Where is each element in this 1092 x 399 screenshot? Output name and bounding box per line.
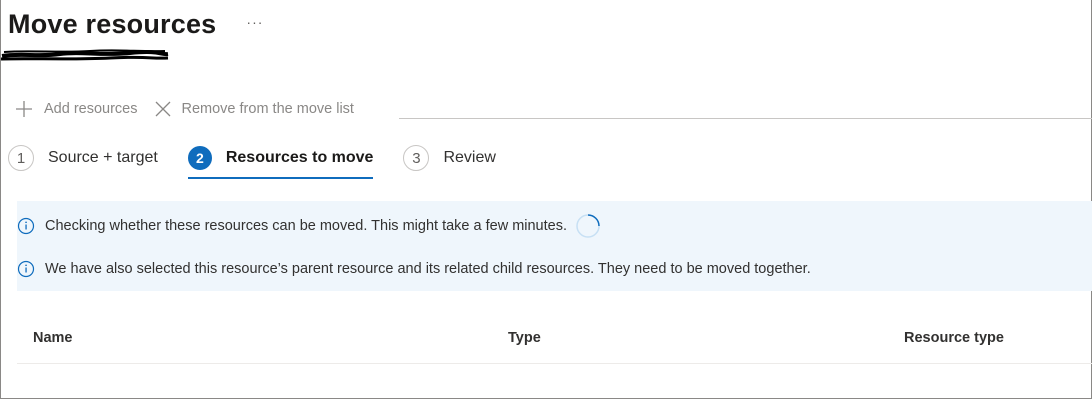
plus-icon <box>14 99 34 119</box>
toolbar-divider <box>399 118 1092 119</box>
add-resources-label: Add resources <box>44 101 138 117</box>
parent-resource-message: We have also selected this resource’s pa… <box>17 260 811 278</box>
title-row: Move resources ··· <box>8 4 263 44</box>
step-review[interactable]: 3 Review <box>403 143 496 173</box>
checking-message: Checking whether these resources can be … <box>17 213 601 239</box>
step-source-target[interactable]: 1 Source + target <box>8 143 158 173</box>
remove-from-move-list-label: Remove from the move list <box>181 101 354 117</box>
checking-text: Checking whether these resources can be … <box>45 218 567 234</box>
wizard-steps: 1 Source + target 2 Resources to move 3 … <box>8 143 526 179</box>
loading-spinner-icon <box>575 213 601 239</box>
redacted-subtitle <box>0 49 169 61</box>
remove-from-move-list-button[interactable]: Remove from the move list <box>154 100 354 118</box>
step-label: Review <box>443 149 496 166</box>
step-label: Resources to move <box>225 149 374 166</box>
column-header-resource-type[interactable]: Resource type <box>904 330 1004 346</box>
parent-resource-text: We have also selected this resource’s pa… <box>45 261 811 277</box>
column-header-name[interactable]: Name <box>33 330 73 346</box>
close-icon <box>154 100 172 118</box>
column-header-type[interactable]: Type <box>508 330 541 346</box>
step-resources-to-move[interactable]: 2 Resources to move <box>187 143 374 179</box>
page-title: Move resources <box>8 8 217 39</box>
step-label: Source + target <box>48 149 158 166</box>
step-number: 1 <box>8 145 34 171</box>
info-icon <box>17 217 35 235</box>
step-number: 2 <box>187 146 212 170</box>
info-icon <box>17 260 35 278</box>
more-options-button[interactable]: ··· <box>246 14 263 30</box>
table-header: Name Type Resource type <box>17 320 1092 364</box>
active-step-underline <box>187 177 374 179</box>
step-number: 3 <box>403 145 430 171</box>
toolbar: Add resources Remove from the move list <box>14 97 370 121</box>
add-resources-button[interactable]: Add resources <box>14 99 138 119</box>
